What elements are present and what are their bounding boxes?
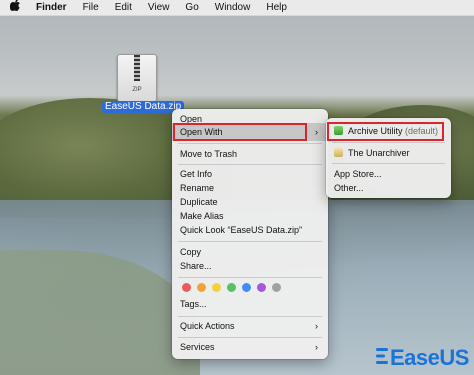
menu-item-share-label: Share... — [180, 261, 212, 271]
menu-item-move-to-trash-label: Move to Trash — [180, 149, 238, 159]
submenu-item-other[interactable]: Other... — [334, 181, 447, 195]
archive-utility-annotation-box — [327, 122, 444, 141]
menu-view[interactable]: View — [148, 0, 170, 15]
menu-item-duplicate[interactable]: Duplicate — [180, 195, 322, 209]
menu-item-services[interactable]: Services › — [180, 340, 322, 354]
menu-bar: Finder File Edit View Go Window Help — [0, 0, 474, 16]
menu-separator — [178, 143, 322, 144]
menu-item-make-alias-label: Make Alias — [180, 211, 224, 221]
chevron-right-icon: › — [315, 321, 318, 331]
zipper-graphic — [134, 55, 140, 81]
menu-item-rename[interactable]: Rename — [180, 181, 322, 195]
menu-item-share[interactable]: Share... — [180, 259, 322, 273]
menu-item-get-info-label: Get Info — [180, 169, 213, 179]
open-with-annotation-box — [173, 123, 307, 141]
menu-file[interactable]: File — [83, 0, 99, 15]
zip-icon-text: ZIP — [132, 87, 142, 93]
menu-separator — [178, 164, 322, 165]
tag-color-row — [182, 283, 281, 293]
chevron-right-icon: › — [315, 342, 318, 352]
menu-item-quick-look-label: Quick Look “EaseUS Data.zip” — [180, 225, 303, 235]
other-label: Other... — [334, 183, 364, 193]
menu-window[interactable]: Window — [215, 0, 251, 15]
menu-separator — [178, 277, 322, 278]
menu-item-copy[interactable]: Copy — [180, 245, 322, 259]
tag-red[interactable] — [182, 283, 191, 292]
zip-archive-icon[interactable]: ZIP — [117, 54, 157, 102]
menu-item-tags-label: Tags... — [180, 299, 207, 309]
submenu-item-app-store[interactable]: App Store... — [334, 167, 447, 181]
menu-item-quick-actions-label: Quick Actions — [180, 321, 235, 331]
menu-go[interactable]: Go — [185, 0, 198, 15]
the-unarchiver-label: The Unarchiver — [348, 148, 410, 158]
unarchiver-icon — [334, 148, 343, 157]
menu-item-make-alias[interactable]: Make Alias — [180, 209, 322, 223]
context-menu: Open Open With › Move to Trash Get Info … — [172, 109, 328, 359]
menu-separator — [332, 163, 445, 164]
tag-gray[interactable] — [272, 283, 281, 292]
menu-item-quick-look[interactable]: Quick Look “EaseUS Data.zip” — [180, 223, 322, 237]
menu-item-services-label: Services — [180, 342, 215, 352]
menu-separator — [332, 142, 445, 143]
tag-yellow[interactable] — [212, 283, 221, 292]
app-store-label: App Store... — [334, 169, 382, 179]
easeus-logo-icon — [376, 348, 388, 364]
menu-item-tags[interactable]: Tags... — [180, 297, 322, 311]
menu-item-move-to-trash[interactable]: Move to Trash — [180, 147, 322, 161]
menu-item-quick-actions[interactable]: Quick Actions › — [180, 319, 322, 333]
menu-item-duplicate-label: Duplicate — [180, 197, 218, 207]
menu-edit[interactable]: Edit — [115, 0, 132, 15]
menu-help[interactable]: Help — [266, 0, 287, 15]
tag-orange[interactable] — [197, 283, 206, 292]
menu-finder[interactable]: Finder — [36, 0, 67, 15]
apple-logo-icon[interactable] — [9, 0, 22, 16]
menu-separator — [178, 316, 322, 317]
submenu-item-the-unarchiver[interactable]: The Unarchiver — [334, 146, 447, 160]
chevron-right-icon: › — [315, 127, 318, 137]
menu-item-copy-label: Copy — [180, 247, 202, 257]
menu-separator — [178, 337, 322, 338]
tag-green[interactable] — [227, 283, 236, 292]
menu-separator — [178, 241, 322, 242]
easeus-watermark: EaseUS — [390, 345, 469, 370]
menu-item-get-info[interactable]: Get Info — [180, 167, 322, 181]
tag-purple[interactable] — [257, 283, 266, 292]
tag-blue[interactable] — [242, 283, 251, 292]
menu-item-rename-label: Rename — [180, 183, 215, 193]
